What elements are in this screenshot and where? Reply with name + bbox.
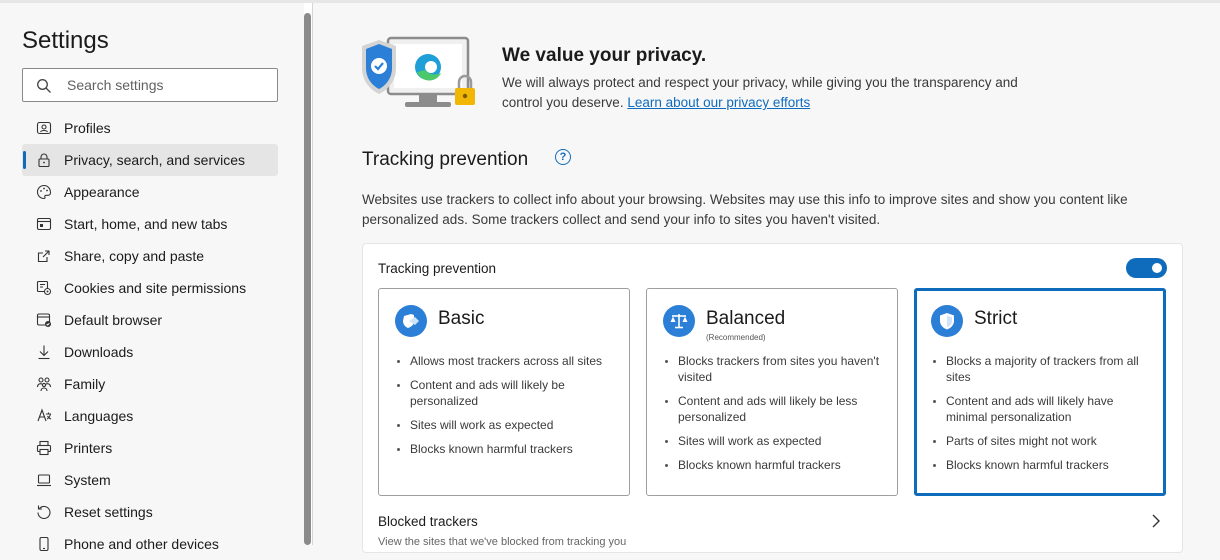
shield-icon <box>931 305 963 337</box>
option-bullet: Blocks a majority of trackers from all s… <box>931 353 1157 385</box>
sidebar-item-profiles[interactable]: Profiles <box>22 112 278 144</box>
sidebar-item-label: Cookies and site permissions <box>64 280 247 296</box>
blocked-trackers-subtitle: View the sites that we've blocked from t… <box>378 536 627 548</box>
privacy-title: We value your privacy. <box>502 45 707 66</box>
search-input[interactable] <box>67 75 267 95</box>
sidebar-item-system[interactable]: System <box>22 464 278 496</box>
option-strict[interactable]: Strict Blocks a majority of trackers fro… <box>914 288 1166 496</box>
sidebar-item-languages[interactable]: Languages <box>22 400 278 432</box>
tracking-prevention-card: Tracking prevention Basic Allows most tr… <box>362 243 1183 553</box>
sidebar-item-start-home[interactable]: Start, home, and new tabs <box>22 208 278 240</box>
option-bullet: Parts of sites might not work <box>931 433 1157 449</box>
tracking-prevention-toggle[interactable] <box>1126 258 1167 278</box>
option-title: Balanced <box>706 308 786 329</box>
profile-icon <box>36 120 52 136</box>
option-bullets: Blocks a majority of trackers from all s… <box>931 353 1157 481</box>
blocked-trackers-title[interactable]: Blocked trackers <box>378 514 478 529</box>
sidebar-item-downloads[interactable]: Downloads <box>22 336 278 368</box>
family-icon <box>36 376 52 392</box>
help-icon[interactable]: ? <box>555 149 571 165</box>
option-bullet: Sites will work as expected <box>395 417 621 433</box>
sidebar-item-label: Default browser <box>64 312 163 328</box>
sidebar-scrollbar[interactable] <box>304 3 312 545</box>
sidebar-item-printers[interactable]: Printers <box>22 432 278 464</box>
sidebar-item-label: Languages <box>64 408 134 424</box>
sidebar-item-privacy[interactable]: Privacy, search, and services <box>22 144 278 176</box>
sidebar-item-label: System <box>64 472 111 488</box>
tracking-toggle-label: Tracking prevention <box>378 261 497 276</box>
sidebar-item-family[interactable]: Family <box>22 368 278 400</box>
sidebar-item-cookies[interactable]: Cookies and site permissions <box>22 272 278 304</box>
palette-icon <box>36 184 52 200</box>
sidebar-item-label: Appearance <box>64 184 140 200</box>
phone-icon <box>36 536 52 552</box>
printer-icon <box>36 440 52 456</box>
sidebar-item-label: Family <box>64 376 106 392</box>
tracking-prevention-heading: Tracking prevention <box>362 149 529 170</box>
option-bullet: Content and ads will likely be less pers… <box>663 393 889 425</box>
option-bullets: Blocks trackers from sites you haven't v… <box>663 353 889 481</box>
option-bullets: Allows most trackers across all sites Co… <box>395 353 621 465</box>
language-icon <box>36 408 52 424</box>
option-bullet: Content and ads will likely have minimal… <box>931 393 1157 425</box>
sidebar-nav: Profiles Privacy, search, and services A… <box>22 112 278 560</box>
sidebar-item-share[interactable]: Share, copy and paste <box>22 240 278 272</box>
sidebar-item-label: Profiles <box>64 120 111 136</box>
privacy-text: We will always protect and respect your … <box>502 73 1062 113</box>
settings-title: Settings <box>22 27 109 54</box>
laptop-icon <box>36 472 52 488</box>
sidebar-item-label: Reset settings <box>64 504 153 520</box>
scrollbar-thumb[interactable] <box>304 13 311 545</box>
sidebar-item-default-browser[interactable]: Default browser <box>22 304 278 336</box>
search-icon <box>37 79 51 93</box>
sidebar-item-phone[interactable]: Phone and other devices <box>22 528 278 560</box>
reset-icon <box>36 504 52 520</box>
sidebar-item-label: Phone and other devices <box>64 536 219 552</box>
browser-icon <box>36 312 52 328</box>
basic-tracking-icon <box>395 305 427 337</box>
option-basic[interactable]: Basic Allows most trackers across all si… <box>378 288 630 496</box>
option-title: Basic <box>438 308 485 329</box>
privacy-efforts-link[interactable]: Learn about our privacy efforts <box>627 95 810 110</box>
main-content: We value your privacy. We will always pr… <box>313 3 1220 553</box>
sidebar-item-reset[interactable]: Reset settings <box>22 496 278 528</box>
lock-icon <box>36 152 52 168</box>
sidebar-item-label: Share, copy and paste <box>64 248 205 264</box>
balance-scale-icon <box>663 305 695 337</box>
sidebar-item-label: Start, home, and new tabs <box>64 216 228 232</box>
option-bullet: Content and ads will likely be personali… <box>395 377 621 409</box>
share-icon <box>36 248 52 264</box>
privacy-illustration-icon <box>362 36 475 107</box>
chevron-right-icon[interactable] <box>1150 514 1162 528</box>
toggle-knob <box>1152 263 1162 273</box>
sidebar-item-appearance[interactable]: Appearance <box>22 176 278 208</box>
option-bullet: Blocks known harmful trackers <box>663 457 889 473</box>
sidebar: Settings Profiles Privacy, search, and s… <box>0 3 304 552</box>
sidebar-item-label: Privacy, search, and services <box>64 152 246 168</box>
option-bullet: Blocks known harmful trackers <box>931 457 1157 473</box>
sidebar-item-label: Downloads <box>64 344 134 360</box>
download-icon <box>36 344 52 360</box>
home-tabs-icon <box>36 216 52 232</box>
search-box[interactable] <box>22 68 278 102</box>
option-title: Strict <box>974 308 1018 329</box>
option-balanced[interactable]: Balanced (Recommended) Blocks trackers f… <box>646 288 898 496</box>
recommended-label: (Recommended) <box>706 333 766 342</box>
cookie-permissions-icon <box>36 280 52 296</box>
option-bullet: Sites will work as expected <box>663 433 889 449</box>
tracking-prevention-description: Websites use trackers to collect info ab… <box>362 192 1128 227</box>
option-bullet: Allows most trackers across all sites <box>395 353 621 369</box>
option-bullet: Blocks trackers from sites you haven't v… <box>663 353 889 385</box>
sidebar-item-label: Printers <box>64 440 113 456</box>
option-bullet: Blocks known harmful trackers <box>395 441 621 457</box>
